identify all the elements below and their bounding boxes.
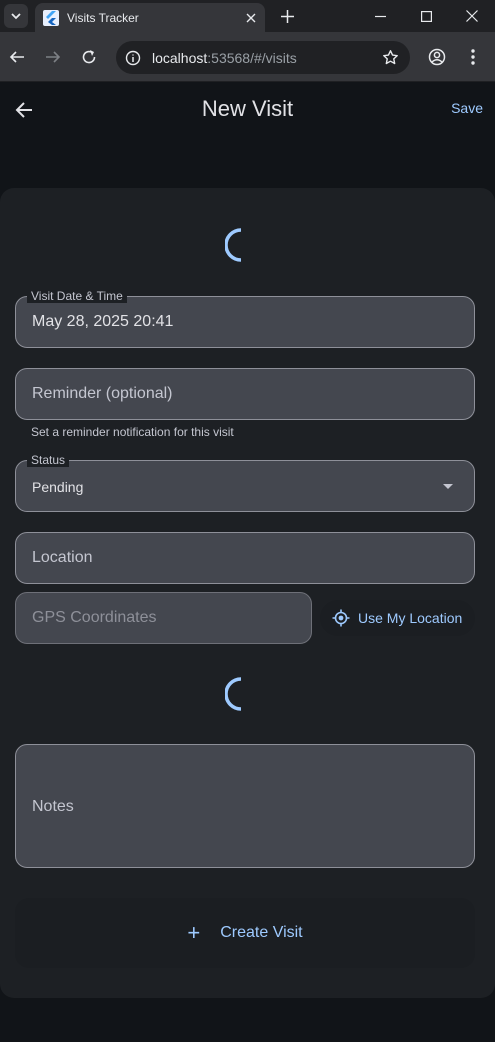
browser-forward-button[interactable] xyxy=(37,41,69,73)
tab-search-button[interactable] xyxy=(4,4,28,28)
more-vert-icon xyxy=(471,49,475,65)
page-title: New Visit xyxy=(201,96,294,121)
location-placeholder: Location xyxy=(32,549,93,566)
app-bar: New Visit Save xyxy=(0,82,495,138)
visit-datetime-field[interactable]: Visit Date & Time May 28, 2025 20:41 xyxy=(15,289,475,348)
visit-datetime-label: Visit Date & Time xyxy=(27,289,127,303)
gps-coordinates-field[interactable]: GPS Coordinates xyxy=(15,592,312,644)
close-icon xyxy=(246,13,256,22)
minimize-button[interactable] xyxy=(357,0,403,32)
minimize-icon xyxy=(374,15,386,17)
reminder-field[interactable]: Reminder (optional) xyxy=(15,368,475,420)
tab-close-button[interactable] xyxy=(239,6,263,30)
use-my-location-button[interactable]: Use My Location xyxy=(320,600,475,636)
chevron-down-icon xyxy=(11,13,21,20)
use-my-location-label: Use My Location xyxy=(358,610,463,626)
plus-icon xyxy=(280,9,294,23)
status-dropdown[interactable]: Status Pending xyxy=(15,453,475,512)
browser-menu-button[interactable] xyxy=(457,41,489,73)
url-host: localhost xyxy=(152,49,208,66)
dropdown-arrow-icon xyxy=(443,484,453,489)
flutter-favicon-icon xyxy=(43,9,59,26)
arrow-left-icon xyxy=(9,51,24,63)
new-tab-button[interactable] xyxy=(274,4,300,28)
address-bar[interactable]: localhost:53568/#/visits xyxy=(116,41,410,74)
loading-spinner-icon xyxy=(225,228,242,262)
profile-button[interactable] xyxy=(421,41,453,73)
loading-spinner-icon xyxy=(225,677,242,711)
profile-icon xyxy=(428,48,446,66)
reminder-placeholder: Reminder (optional) xyxy=(32,385,173,402)
bookmark-button[interactable] xyxy=(376,44,404,72)
reload-button[interactable] xyxy=(73,41,105,73)
reload-icon xyxy=(82,50,96,64)
url-text: localhost:53568/#/visits xyxy=(152,50,376,66)
save-button[interactable]: Save xyxy=(451,100,483,116)
tab-title: Visits Tracker xyxy=(67,10,139,25)
browser-titlebar: Visits Tracker xyxy=(0,0,495,32)
browser-tab[interactable]: Visits Tracker xyxy=(35,3,265,32)
visit-datetime-value: May 28, 2025 20:41 xyxy=(32,313,174,330)
info-icon xyxy=(125,50,141,65)
star-icon xyxy=(382,50,398,65)
arrow-right-icon xyxy=(46,51,61,63)
location-field[interactable]: Location xyxy=(15,532,475,584)
site-info-button[interactable] xyxy=(120,45,146,71)
close-icon xyxy=(466,10,478,22)
notes-placeholder: Notes xyxy=(32,798,74,815)
status-value: Pending xyxy=(32,479,84,495)
create-visit-button[interactable]: + Create Visit xyxy=(15,898,475,968)
gps-placeholder: GPS Coordinates xyxy=(32,609,157,626)
browser-toolbar: localhost:53568/#/visits xyxy=(0,32,495,82)
reminder-helper-text: Set a reminder notification for this vis… xyxy=(31,425,234,439)
url-path: :53568/#/visits xyxy=(207,49,297,66)
status-label: Status xyxy=(27,453,70,467)
window-close-button[interactable] xyxy=(449,0,495,32)
plus-icon: + xyxy=(187,920,201,945)
notes-field[interactable]: Notes xyxy=(15,744,475,868)
maximize-button[interactable] xyxy=(403,0,449,32)
browser-back-button[interactable] xyxy=(1,41,33,73)
maximize-icon xyxy=(420,10,432,22)
create-visit-label: Create Visit xyxy=(220,924,303,941)
gps-target-icon xyxy=(332,609,350,627)
